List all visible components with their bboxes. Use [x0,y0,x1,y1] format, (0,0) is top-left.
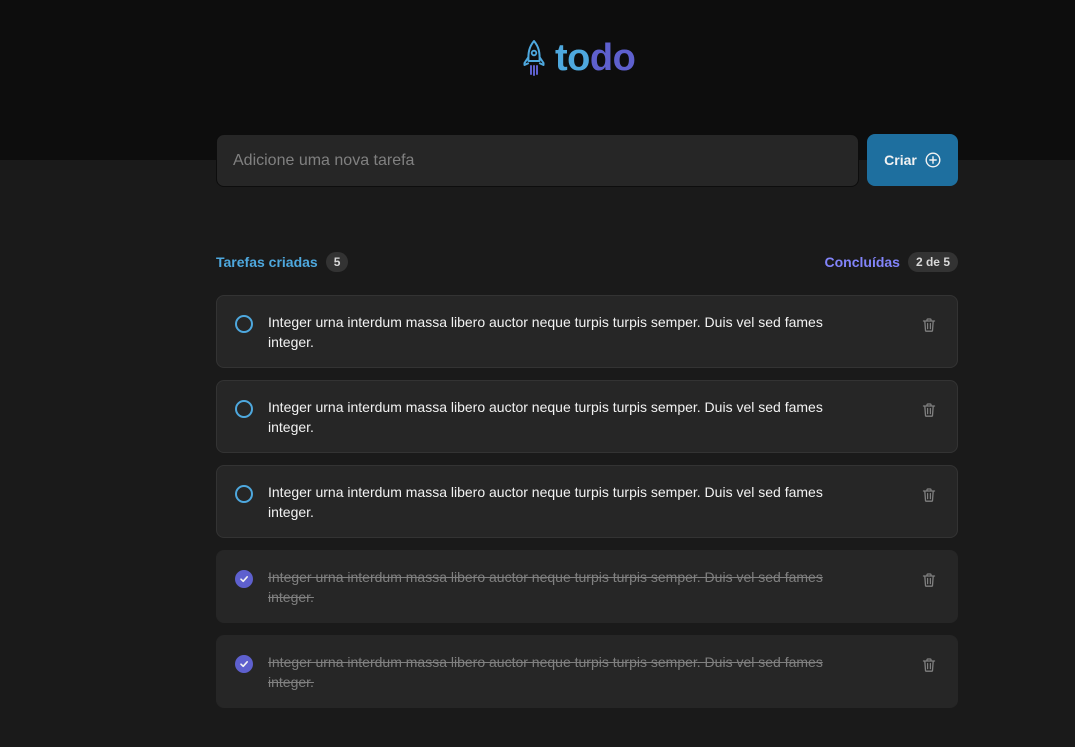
task-checkbox[interactable] [235,400,253,418]
task-text: Integer urna interdum massa libero aucto… [268,314,823,350]
logo: todo [521,36,636,80]
task-text: Integer urna interdum massa libero aucto… [268,654,823,690]
done-count-badge: 2 de 5 [907,252,958,272]
create-button-label: Criar [884,152,917,168]
task-item: Integer urna interdum massa libero aucto… [216,380,958,453]
task-checkbox[interactable] [235,570,253,588]
check-icon [240,576,248,583]
new-task-form: Criar [216,134,958,187]
delete-task-button[interactable] [919,485,939,505]
logo-text-to: to [555,37,590,79]
task-checkbox[interactable] [235,655,253,673]
created-label: Tarefas criadas [216,254,318,270]
task-item: Integer urna interdum massa libero aucto… [216,550,958,623]
done-label: Concluídas [824,254,900,270]
done-summary: Concluídas 2 de 5 [824,252,958,272]
task-checkbox[interactable] [235,485,253,503]
task-item: Integer urna interdum massa libero aucto… [216,635,958,708]
task-text: Integer urna interdum massa libero aucto… [268,399,823,435]
rocket-icon [523,40,545,76]
trash-icon [922,318,936,332]
task-checkbox[interactable] [235,315,253,333]
plus-circle-icon [925,152,941,168]
delete-task-button[interactable] [919,655,939,675]
logo-text: todo [555,37,636,79]
trash-icon [922,488,936,502]
new-task-input[interactable] [216,134,859,187]
logo-text-do: do [589,37,636,79]
delete-task-button[interactable] [919,570,939,590]
task-item: Integer urna interdum massa libero aucto… [216,295,958,368]
task-summary: Tarefas criadas 5 Concluídas 2 de 5 [216,252,958,272]
created-count-badge: 5 [325,252,349,272]
task-list: Integer urna interdum massa libero aucto… [216,295,958,708]
trash-icon [922,403,936,417]
task-text: Integer urna interdum massa libero aucto… [268,484,823,520]
delete-task-button[interactable] [919,400,939,420]
create-button[interactable]: Criar [867,134,958,186]
created-summary: Tarefas criadas 5 [216,252,349,272]
trash-icon [922,573,936,587]
check-icon [240,661,248,668]
task-text: Integer urna interdum massa libero aucto… [268,569,823,605]
delete-task-button[interactable] [919,315,939,335]
task-item: Integer urna interdum massa libero aucto… [216,465,958,538]
trash-icon [922,658,936,672]
